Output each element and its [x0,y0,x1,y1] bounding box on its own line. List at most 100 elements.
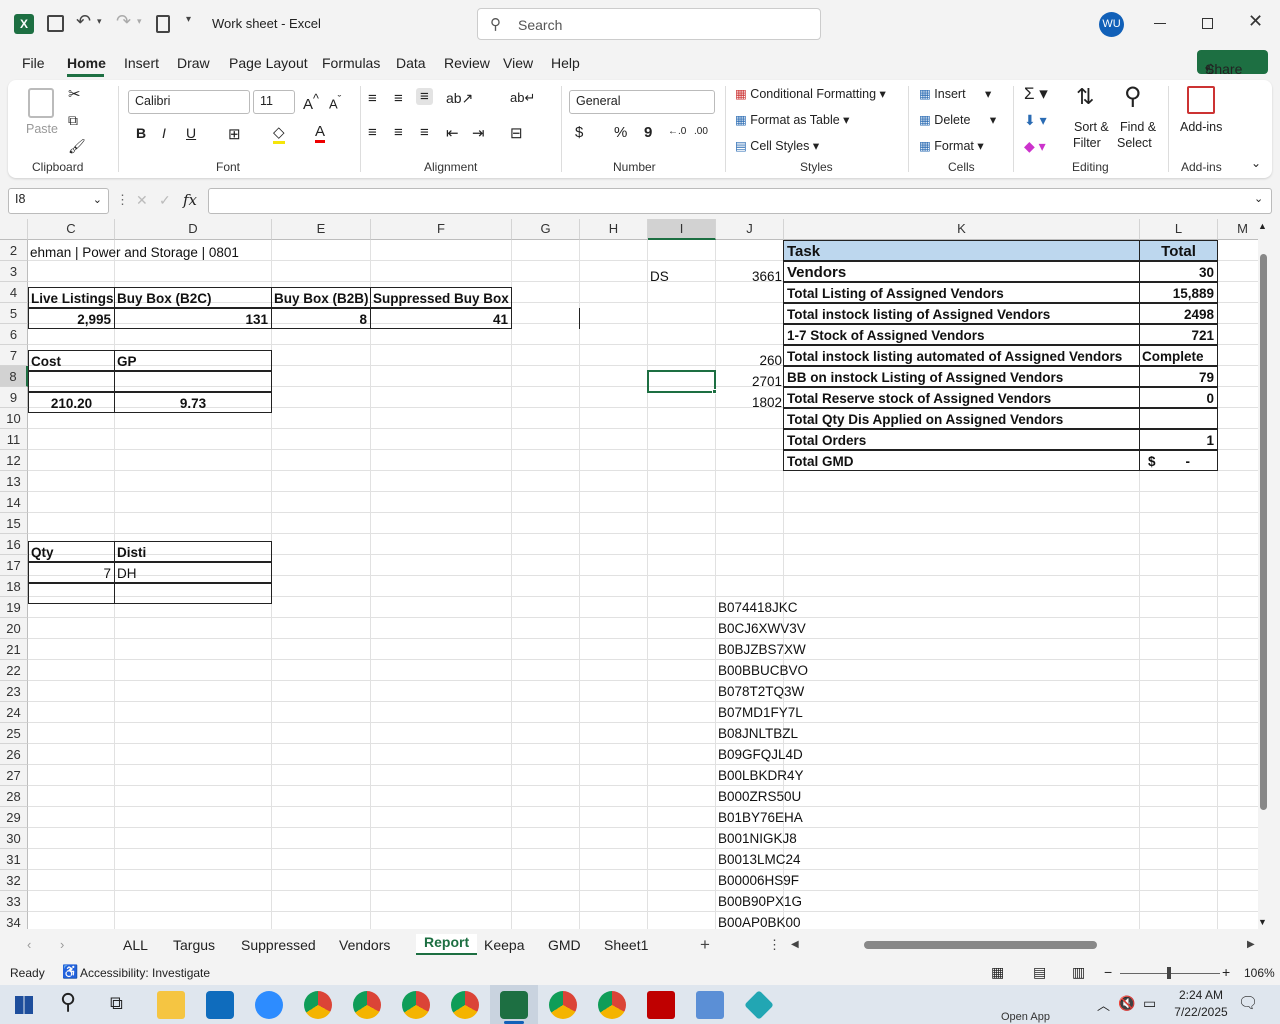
scroll-up-icon[interactable]: ▲ [1258,221,1267,231]
cell-j7[interactable]: 260 [716,350,782,371]
fill-handle[interactable] [712,389,717,394]
menu-insert[interactable]: Insert [124,55,159,71]
windows-start-icon[interactable] [15,996,33,1014]
collapse-ribbon-icon[interactable]: ⌄ [1251,156,1261,170]
cell-d4[interactable]: Buy Box (B2C) [114,287,272,308]
row-header-22[interactable]: 22 [0,660,28,681]
row-header-7[interactable]: 7 [0,345,28,366]
find-select-label-2[interactable]: Select [1117,136,1152,150]
task-header[interactable]: Task [783,240,1140,261]
sheet-tab-targus[interactable]: Targus [173,937,215,953]
find-select-label-1[interactable]: Find & [1120,120,1156,134]
sheet-tab-keepa[interactable]: Keepa [484,937,524,953]
cell-j8[interactable]: 2701 [716,371,782,392]
undo-dropdown-icon[interactable]: ▾ [97,16,102,27]
cell-c2[interactable]: ehman | Power and Storage | 0801 [30,242,239,263]
menu-help[interactable]: Help [551,55,580,71]
task-table-task[interactable]: Total instock listing automated of Assig… [783,345,1140,366]
excel-icon[interactable] [500,991,528,1019]
formula-input[interactable] [208,188,1272,214]
menu-view[interactable]: View [503,55,533,71]
menu-draw[interactable]: Draw [177,55,210,71]
asin-cell[interactable]: B01BY76EHA [718,807,803,828]
addins-label[interactable]: Add-ins [1180,120,1222,134]
task-table-total[interactable]: 79 [1139,366,1218,387]
minimize-button[interactable] [1154,23,1166,24]
name-box[interactable]: I8 ⌄ [8,188,109,214]
asin-cell[interactable]: B09GFQJL4D [718,744,803,765]
task-table-task[interactable]: Total GMD [783,450,1140,471]
task-table-task[interactable]: Total instock listing of Assigned Vendor… [783,303,1140,324]
zoom-slider-thumb[interactable] [1167,967,1171,979]
asin-cell[interactable]: B08JNLTBZL [718,723,798,744]
cell-c16[interactable]: Qty [28,541,115,562]
task-table-total[interactable]: 0 [1139,387,1218,408]
column-header-d[interactable]: D [115,219,272,240]
row-header-15[interactable]: 15 [0,513,28,534]
cell-j3[interactable]: 3661 [716,266,782,287]
align-center-icon[interactable]: ≡ [394,124,403,141]
task-table-task[interactable]: Total Reserve stock of Assigned Vendors [783,387,1140,408]
cell-f5[interactable]: 41 [370,308,512,329]
row-header-34[interactable]: 34 [0,912,28,929]
task-view-icon[interactable]: ⧉ [110,993,123,1014]
row-header-8[interactable]: 8 [0,366,28,387]
task-table-total[interactable]: 2498 [1139,303,1218,324]
row-header-2[interactable]: 2 [0,240,28,261]
find-select-icon[interactable]: ⚲ [1124,82,1142,111]
row-header-11[interactable]: 11 [0,429,28,450]
row-header-23[interactable]: 23 [0,681,28,702]
search-icon[interactable]: ⚲ [60,989,76,1015]
task-table-total[interactable]: 1 [1139,429,1218,450]
asin-cell[interactable]: B078T2TQ3W [718,681,804,702]
calculator-icon[interactable] [696,991,724,1019]
row-header-5[interactable]: 5 [0,303,28,324]
close-button[interactable]: ✕ [1248,11,1263,32]
cut-icon[interactable]: ✂ [68,85,81,103]
cell-styles-button[interactable]: ▤ Cell Styles ▾ [735,138,819,153]
hscroll-right-icon[interactable]: ▶ [1247,939,1255,950]
conditional-formatting-button[interactable]: ▦ Conditional Formatting ▾ [735,86,886,101]
cell-d7[interactable]: GP [114,350,272,371]
row-header-21[interactable]: 21 [0,639,28,660]
asin-cell[interactable]: B0CJ6XWV3V [718,618,806,639]
task-table-task[interactable]: BB on instock Listing of Assigned Vendor… [783,366,1140,387]
task-table-task[interactable]: Total Orders [783,429,1140,450]
task-table-total[interactable]: 15,889 [1139,282,1218,303]
italic-icon[interactable]: I [162,125,166,141]
app-icon[interactable] [744,990,774,1020]
row-header-26[interactable]: 26 [0,744,28,765]
page-break-view-icon[interactable]: ▥ [1072,964,1085,981]
row-header-16[interactable]: 16 [0,534,28,555]
autosum-icon[interactable]: Σ ▾ [1024,84,1048,104]
spreadsheet-grid[interactable]: C D E F G H I J K L M 2 3 4 5 6 7 8 9 10 11 12 13 14… [0,219,1268,929]
cell-d8[interactable] [114,371,272,392]
task-table-task[interactable]: 1-7 Stock of Assigned Vendors [783,324,1140,345]
selected-cell-i8[interactable] [647,370,716,393]
add-sheet-icon[interactable]: + [700,935,710,955]
cell-c4[interactable]: Live Listings [28,287,115,308]
addins-icon[interactable] [1187,86,1215,114]
task-table-total[interactable]: Complete [1139,345,1218,366]
tray-chevron-icon[interactable]: ︿ [1097,995,1110,1014]
confirm-entry-icon[interactable]: ✓ [159,192,171,209]
open-app-label[interactable]: Open App [1001,1011,1050,1023]
font-size-box[interactable]: 11 [253,90,295,114]
row-header-32[interactable]: 32 [0,870,28,891]
file-explorer-icon[interactable] [157,991,185,1019]
scroll-thumb[interactable] [1260,254,1267,810]
network-icon[interactable]: ▭ [1143,995,1156,1012]
currency-icon[interactable]: $ [575,124,583,141]
more-options-icon[interactable]: ⋮ [768,937,781,953]
row-header-28[interactable]: 28 [0,786,28,807]
cell-c7[interactable]: Cost [28,350,115,371]
task-table-total[interactable]: $ - [1139,450,1218,471]
expand-formula-bar-icon[interactable]: ⌄ [1254,192,1263,205]
task-table-task[interactable]: Total Qty Dis Applied on Assigned Vendor… [783,408,1140,429]
align-left-icon[interactable]: ≡ [368,124,377,141]
asin-cell[interactable]: B001NIGKJ8 [718,828,797,849]
menu-page-layout[interactable]: Page Layout [229,55,308,71]
row-header-31[interactable]: 31 [0,849,28,870]
align-bottom-icon[interactable]: ≡ [416,88,433,105]
chrome-icon[interactable] [353,991,381,1019]
